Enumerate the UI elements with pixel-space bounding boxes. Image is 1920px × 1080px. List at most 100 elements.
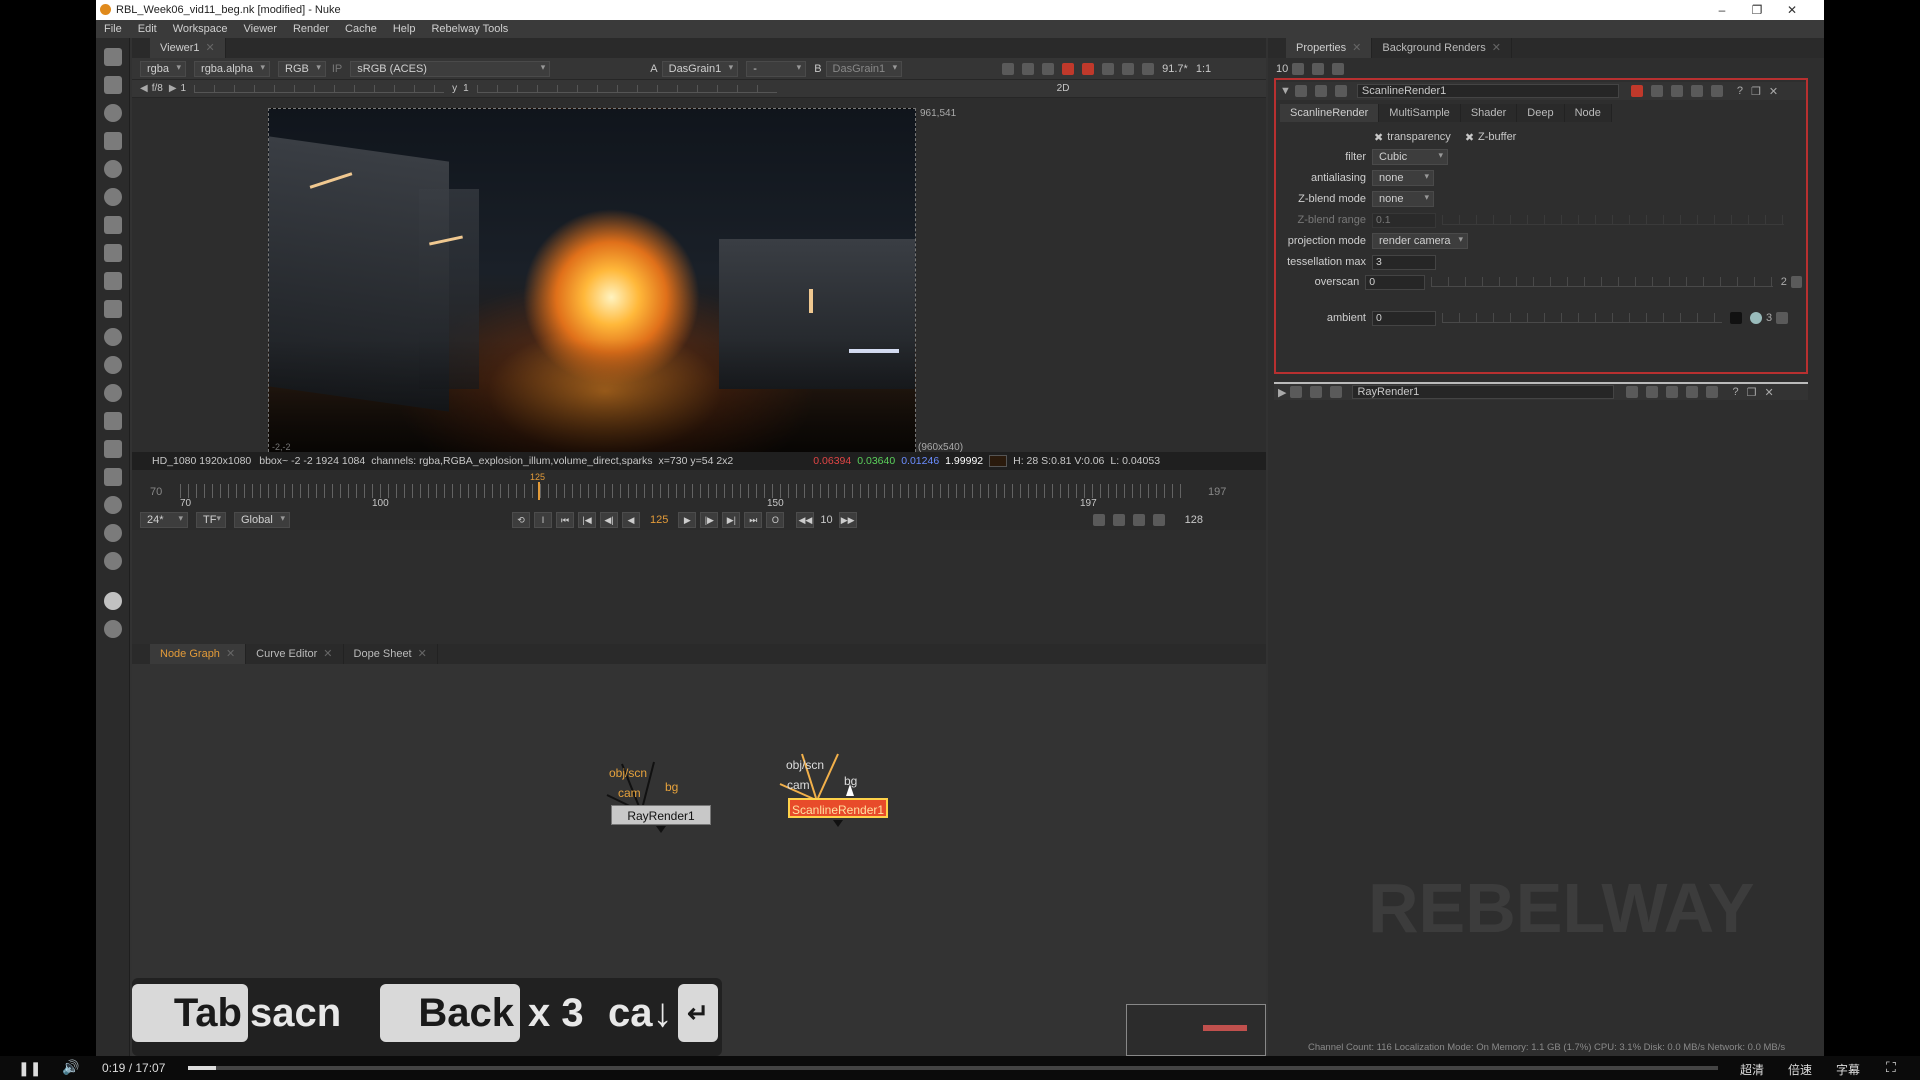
node-rayrender1[interactable]: RayRender1 — [611, 805, 711, 825]
merge-tool-icon[interactable] — [104, 244, 122, 262]
scanline-input-obj[interactable]: obj/scn — [786, 758, 824, 772]
undo-icon[interactable] — [1666, 386, 1679, 398]
overscan-slider[interactable] — [1430, 277, 1773, 287]
close-icon[interactable]: ✕ — [418, 648, 427, 660]
toolsets-tool-icon[interactable] — [104, 440, 122, 458]
capture-icon[interactable] — [1112, 514, 1125, 526]
volume-icon[interactable]: 🔊 — [62, 1059, 79, 1076]
zblend-range-field[interactable]: 0.1 — [1372, 212, 1436, 228]
first-frame-icon[interactable]: ⏮ — [556, 512, 574, 528]
export-icon[interactable] — [1152, 514, 1165, 526]
close-button[interactable]: ✕ — [1777, 2, 1807, 18]
help-icon[interactable]: ? — [1737, 85, 1743, 97]
menu-render[interactable]: Render — [285, 23, 337, 35]
node-color-icon[interactable] — [1626, 386, 1639, 398]
current-frame[interactable]: 125 — [650, 514, 668, 526]
speed-button[interactable]: 倍速 — [1788, 1061, 1812, 1078]
step-back-icon[interactable]: ◀| — [600, 512, 618, 528]
node-color-2-icon[interactable] — [1646, 386, 1659, 398]
prev-fstop-icon[interactable]: ◀ — [140, 83, 148, 94]
scanline-input-cam[interactable]: cam — [787, 778, 810, 792]
playhead[interactable] — [538, 482, 540, 500]
subtab-multisample[interactable]: MultiSample — [1379, 104, 1461, 122]
minimize-button[interactable]: – — [1707, 2, 1737, 18]
next-fstop-icon[interactable]: ▶ — [169, 83, 177, 94]
rayrender-input-obj[interactable]: obj/scn — [609, 766, 647, 780]
furnace-tool-icon[interactable] — [104, 496, 122, 514]
zblend-mode-dropdown[interactable]: none — [1372, 191, 1434, 207]
float-icon[interactable]: ❐ — [1751, 85, 1761, 98]
fullscreen-icon[interactable]: ⛶ — [1886, 1059, 1896, 1076]
keyer-tool-icon[interactable] — [104, 216, 122, 234]
alpha-dropdown[interactable]: rgba.alpha — [194, 60, 271, 77]
maximize-button[interactable]: ❐ — [1742, 2, 1772, 18]
channels-dropdown[interactable]: rgba — [140, 60, 187, 77]
deep-tool-icon[interactable] — [104, 356, 122, 374]
play-backward-icon[interactable]: ◀ — [622, 512, 640, 528]
tessellation-field[interactable]: 3 — [1372, 254, 1436, 270]
node-color-2-icon[interactable] — [1650, 85, 1663, 97]
rayrender-input-bg[interactable]: bg — [665, 780, 678, 794]
node-graph-panel[interactable]: Node Graph ✕ Curve Editor ✕ Dope Sheet ✕ ob… — [132, 644, 1266, 1056]
wipe-icon[interactable] — [1002, 62, 1015, 75]
plugins-tool-icon[interactable] — [104, 620, 122, 638]
set-in-button[interactable]: I — [534, 512, 552, 528]
view-node-icon[interactable] — [1290, 386, 1303, 398]
center-node-icon[interactable] — [1314, 85, 1327, 97]
compare-op-dropdown[interactable]: - — [746, 60, 807, 77]
metadata-tool-icon[interactable] — [104, 412, 122, 430]
gain-slider[interactable] — [194, 84, 445, 93]
views-tool-icon[interactable] — [104, 384, 122, 402]
channel-tool-icon[interactable] — [104, 132, 122, 150]
subtab-deep[interactable]: Deep — [1517, 104, 1565, 122]
close-panel-icon[interactable]: ✕ — [1764, 386, 1773, 399]
input-b-dropdown[interactable]: DasGrain1 — [825, 60, 903, 77]
color-wheel-icon[interactable] — [1750, 312, 1762, 324]
ambient-slider[interactable] — [1442, 313, 1722, 323]
menu-workspace[interactable]: Workspace — [165, 23, 236, 35]
node-scanlinerender1[interactable]: ScanlineRender1 — [788, 798, 888, 818]
quality-button[interactable]: 超清 — [1740, 1061, 1764, 1078]
stop-render-icon[interactable] — [1082, 62, 1095, 75]
subtab-shader[interactable]: Shader — [1460, 104, 1518, 122]
pixel-ratio[interactable]: 1:1 — [1196, 63, 1211, 75]
particles-tool-icon[interactable] — [104, 328, 122, 346]
flipbook-icon[interactable] — [1092, 514, 1105, 526]
close-icon[interactable]: ✕ — [1352, 42, 1361, 54]
menu-cache[interactable]: Cache — [337, 23, 385, 35]
transform-tool-icon[interactable] — [104, 272, 122, 290]
revert-icon[interactable] — [1706, 386, 1719, 398]
play-forward-icon[interactable]: ▶ — [678, 512, 697, 528]
filter-dropdown[interactable]: Cubic — [1372, 149, 1448, 165]
menu-rebelway-tools[interactable]: Rebelway Tools — [423, 23, 516, 35]
display-mode-dropdown[interactable]: RGB — [278, 60, 326, 77]
rayrender-name-field[interactable]: RayRender1 — [1352, 385, 1615, 399]
lock-icon[interactable] — [1132, 514, 1145, 526]
ambient-animation-icon[interactable] — [1776, 312, 1789, 324]
range-dropdown[interactable]: Global — [234, 512, 290, 528]
tab-viewer1[interactable]: Viewer1 ✕ — [150, 38, 226, 58]
prev-keyframe-icon[interactable]: |◀ — [578, 512, 596, 528]
timeline-end[interactable]: 197 — [1208, 486, 1226, 498]
ambient-field[interactable]: 0 — [1372, 310, 1436, 326]
node-name-field[interactable]: ScanlineRender1 — [1356, 84, 1619, 98]
input-a-dropdown[interactable]: DasGrain1 — [661, 60, 739, 77]
rayrender-input-cam[interactable]: cam — [618, 786, 641, 800]
ambient-color-swatch[interactable] — [1730, 312, 1742, 324]
close-icon[interactable]: ✕ — [1492, 42, 1501, 54]
image-tool-icon[interactable] — [104, 48, 122, 66]
other-tool-icon[interactable] — [104, 468, 122, 486]
menu-file[interactable]: File — [96, 23, 130, 35]
refresh-icon[interactable] — [1102, 62, 1115, 75]
transparency-checkbox[interactable]: ✖ — [1374, 131, 1383, 144]
skip-forward-icon[interactable]: ▶▶ — [838, 512, 857, 528]
fstop-value[interactable]: f/8 — [152, 83, 163, 94]
ambient-channels[interactable]: 3 — [1766, 312, 1772, 324]
ip-toggle[interactable]: IP — [332, 63, 342, 75]
next-keyframe-icon[interactable]: ▶| — [722, 512, 741, 528]
skip-step[interactable]: 10 — [820, 514, 832, 526]
end-frame-field[interactable]: 128 — [1185, 514, 1203, 526]
pause-button[interactable]: ❚❚ — [18, 1060, 41, 1077]
colorspace-dropdown[interactable]: sRGB (ACES) — [350, 60, 551, 77]
collapse-icon[interactable]: ▼ — [1280, 85, 1291, 97]
